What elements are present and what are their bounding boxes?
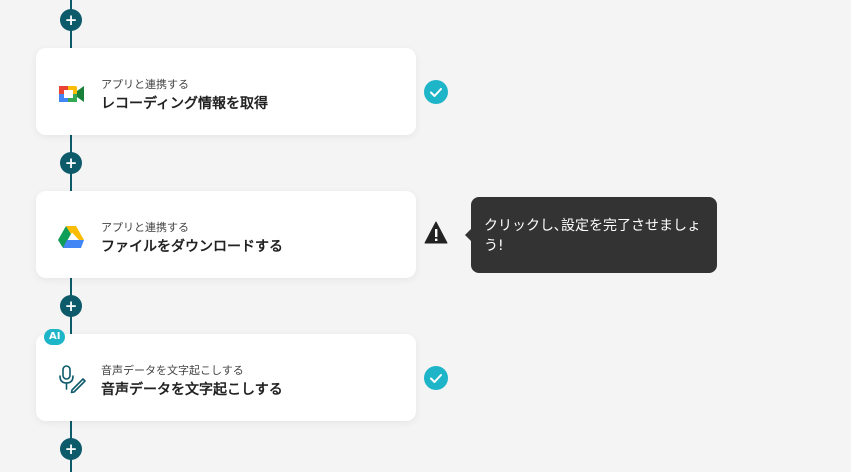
add-step-button[interactable]: + [60,438,82,460]
step-title: ファイルをダウンロードする [101,239,283,255]
step-card-download-file[interactable]: アプリと連携する ファイルをダウンロードする [36,191,416,278]
google-drive-icon [56,221,86,251]
google-meet-icon [56,78,86,108]
tooltip: クリックし､設定を完了させましょう! [465,197,717,273]
add-step-button[interactable]: + [60,152,82,174]
step-card-recording-info[interactable]: アプリと連携する レコーディング情報を取得 [36,48,416,135]
ai-badge: AI [44,329,66,345]
step-category-label: アプリと連携する [101,221,189,234]
add-step-button[interactable]: + [60,9,82,31]
step-card-transcribe-audio[interactable]: AI 音声データを文字起こしする 音声データを文字起こしする [36,329,416,421]
add-step-button[interactable]: + [60,295,82,317]
tooltip-text: クリックし､設定を完了させましょう! [484,218,701,254]
warning-icon [424,221,448,245]
check-icon [424,80,448,104]
step-title: レコーディング情報を取得 [101,96,269,112]
step-category-label: 音声データを文字起こしする [101,364,244,377]
step-category-label: アプリと連携する [101,78,189,91]
mic-pen-icon [56,364,86,394]
step-title: 音声データを文字起こしする [101,382,283,398]
check-icon [424,366,448,390]
